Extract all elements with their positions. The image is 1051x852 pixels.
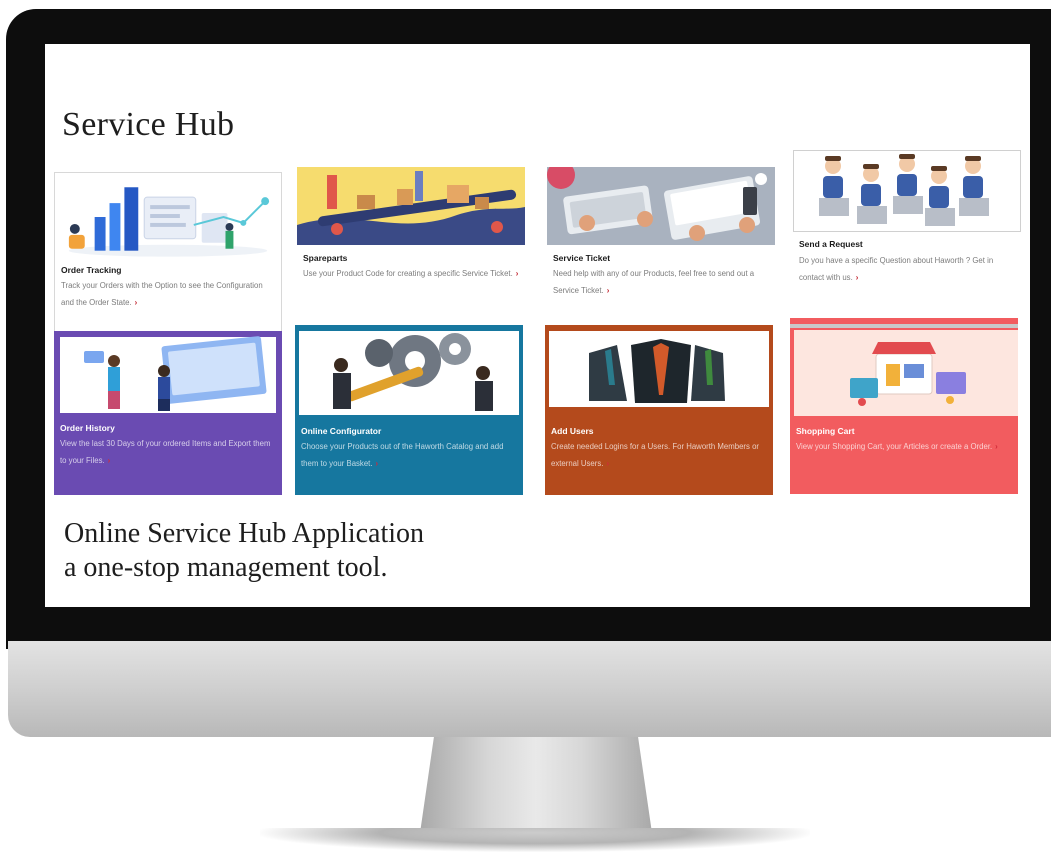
tagline: Online Service Hub Application a one-sto…	[64, 517, 424, 585]
card-description: View your Shopping Cart, your Articles o…	[796, 442, 993, 451]
shopping-cart-illustration	[790, 318, 1018, 418]
card-online-configurator[interactable]: Online Configurator Choose your Products…	[295, 325, 523, 495]
chevron-right-icon[interactable]: ›	[856, 273, 859, 282]
order-history-illustration	[54, 331, 282, 419]
chevron-right-icon[interactable]: ›	[606, 459, 609, 468]
chevron-right-icon[interactable]: ›	[516, 269, 519, 278]
spareparts-illustration	[297, 167, 525, 245]
card-title: Shopping Cart	[796, 426, 855, 436]
service-ticket-illustration	[547, 167, 775, 245]
order-tracking-illustration	[55, 173, 281, 261]
card-title: Service Ticket	[553, 253, 611, 263]
card-service-ticket[interactable]: Service Ticket Need help with any of our…	[547, 167, 775, 332]
card-title: Send a Request	[799, 239, 863, 249]
send-a-request-illustration	[793, 150, 1021, 232]
card-description: View the last 30 Days of your ordered It…	[60, 439, 271, 465]
card-shopping-cart[interactable]: Shopping Cart View your Shopping Cart, y…	[790, 318, 1018, 494]
chevron-right-icon[interactable]: ›	[108, 456, 111, 465]
card-description: Create needed Logins for a Users. For Ha…	[551, 442, 760, 468]
card-add-users[interactable]: Add Users Create needed Logins for a Use…	[545, 325, 773, 495]
card-send-a-request[interactable]: Send a Request Do you have a specific Qu…	[793, 150, 1021, 315]
monitor-chin	[8, 641, 1051, 737]
card-title: Spareparts	[303, 253, 348, 263]
monitor-stand-base	[260, 828, 810, 852]
card-title: Order Tracking	[61, 265, 122, 275]
card-description: Choose your Products out of the Haworth …	[301, 442, 504, 468]
card-order-tracking[interactable]: Order Tracking Track your Orders with th…	[54, 172, 282, 337]
screen: Service Hub Order Tracking Track your Or…	[45, 44, 1030, 607]
chevron-right-icon[interactable]: ›	[135, 298, 138, 307]
card-description: Do you have a specific Question about Ha…	[799, 256, 994, 282]
online-configurator-illustration	[295, 325, 523, 419]
add-users-illustration	[545, 325, 773, 419]
tagline-line-2: a one-stop management tool.	[64, 552, 388, 583]
card-description: Track your Orders with the Option to see…	[61, 281, 263, 307]
card-description: Use your Product Code for creating a spe…	[303, 269, 513, 278]
chevron-right-icon[interactable]: ›	[995, 442, 998, 451]
card-order-history[interactable]: Order History View the last 30 Days of y…	[54, 331, 282, 495]
card-description: Need help with any of our Products, feel…	[553, 269, 755, 295]
card-spareparts[interactable]: Spareparts Use your Product Code for cre…	[297, 167, 525, 332]
chevron-right-icon[interactable]: ›	[607, 286, 610, 295]
card-title: Order History	[60, 423, 115, 433]
monitor-stand-neck	[420, 737, 652, 833]
card-title: Add Users	[551, 426, 594, 436]
chevron-right-icon[interactable]: ›	[376, 459, 379, 468]
page-title: Service Hub	[62, 106, 235, 143]
tagline-line-1: Online Service Hub Application	[64, 518, 425, 549]
card-title: Online Configurator	[301, 426, 382, 436]
